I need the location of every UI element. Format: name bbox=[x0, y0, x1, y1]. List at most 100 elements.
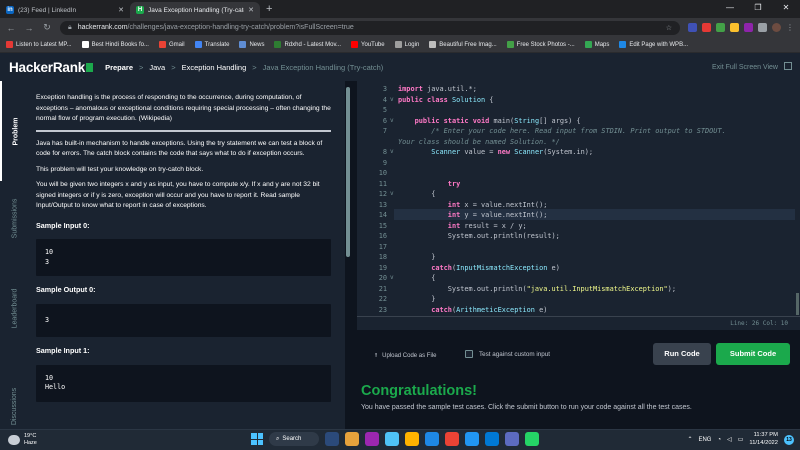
bookmark-icon bbox=[81, 41, 89, 48]
hackerrank-logo[interactable]: HackerRank bbox=[9, 60, 94, 75]
bookmark-item[interactable]: Free Stock Photos -... bbox=[506, 41, 575, 48]
code-text: try bbox=[447, 179, 461, 188]
bookmark-item[interactable]: Listen to Latest MP... bbox=[6, 41, 72, 48]
taskbar-apps: ⌕ Search bbox=[251, 432, 539, 446]
custom-input-toggle[interactable]: Test against custom input bbox=[465, 350, 550, 358]
bookmark-label: Login bbox=[404, 41, 420, 48]
extension-icon[interactable] bbox=[716, 23, 725, 32]
run-code-button[interactable]: Run Code bbox=[653, 343, 711, 365]
notification-badge[interactable]: 13 bbox=[784, 434, 794, 445]
maximize-button[interactable]: ❐ bbox=[744, 0, 772, 16]
extension-icon[interactable] bbox=[688, 23, 697, 32]
windows-start-icon[interactable] bbox=[251, 433, 263, 445]
vertical-tab-bar: Problem Submissions Leaderboard Discussi… bbox=[0, 81, 30, 429]
bookmark-item[interactable]: Beautiful Free Imag... bbox=[429, 41, 497, 48]
fold-chevron-icon[interactable]: v bbox=[390, 273, 394, 284]
reload-icon[interactable]: ↻ bbox=[42, 22, 52, 33]
bookmark-label: Edit Page with WPB... bbox=[629, 41, 689, 48]
taskbar-app-icon[interactable] bbox=[505, 432, 519, 446]
bookmark-label: YouTube bbox=[361, 41, 385, 48]
taskbar-app-icon[interactable] bbox=[465, 432, 479, 446]
language-indicator[interactable]: ENG bbox=[698, 437, 711, 443]
close-tab-icon[interactable]: ✕ bbox=[248, 6, 254, 14]
bookmark-item[interactable]: News bbox=[239, 41, 264, 48]
tab-submissions[interactable]: Submissions bbox=[0, 181, 30, 256]
taskbar-app-icon[interactable] bbox=[325, 432, 339, 446]
bookmark-icon bbox=[351, 41, 359, 48]
bookmark-item[interactable]: Maps bbox=[584, 41, 609, 48]
code-text: catch(InputMismatchException e) bbox=[431, 263, 560, 272]
fold-chevron-icon[interactable]: v bbox=[390, 147, 394, 158]
line-number: 5 bbox=[382, 106, 387, 114]
tab-discussions[interactable]: Discussions bbox=[0, 376, 30, 436]
extensions-row: ⋮ bbox=[688, 23, 794, 32]
linkedin-icon: in bbox=[6, 6, 14, 14]
bookmark-item[interactable]: Gmail bbox=[158, 41, 185, 48]
bookmark-icon bbox=[274, 41, 282, 48]
bookmark-item[interactable]: Rdxhd - Latest Mov... bbox=[274, 41, 341, 48]
editor-scrollbar[interactable] bbox=[795, 81, 800, 316]
scrollbar-thumb[interactable] bbox=[346, 87, 350, 257]
fold-chevron-icon[interactable]: v bbox=[390, 116, 394, 127]
back-icon[interactable]: ← bbox=[6, 23, 16, 33]
custom-input-checkbox[interactable] bbox=[465, 350, 473, 358]
bookmark-item[interactable]: Edit Page with WPB... bbox=[619, 41, 688, 48]
tab-leaderboard[interactable]: Leaderboard bbox=[0, 261, 30, 356]
scrollbar-thumb[interactable] bbox=[796, 293, 799, 315]
bookmark-item[interactable]: Best Hindi Books fo... bbox=[81, 41, 149, 48]
bookmark-item[interactable]: Login bbox=[394, 41, 420, 48]
fold-chevron-icon[interactable]: v bbox=[390, 95, 394, 106]
avatar[interactable] bbox=[772, 23, 781, 32]
taskbar-app-icon[interactable] bbox=[365, 432, 379, 446]
tab-hackerrank[interactable]: H Java Exception Handling (Try-catc ✕ bbox=[130, 2, 260, 18]
bookmark-item[interactable]: YouTube bbox=[351, 41, 385, 48]
close-window-button[interactable]: ✕ bbox=[772, 0, 800, 16]
taskbar-app-icon[interactable] bbox=[525, 432, 539, 446]
sample-line: 3 bbox=[45, 257, 50, 266]
bookmark-item[interactable]: Translate bbox=[194, 41, 229, 48]
close-tab-icon[interactable]: ✕ bbox=[118, 6, 124, 14]
clock[interactable]: 11:37 PM 11/14/2022 bbox=[749, 432, 778, 447]
battery-icon[interactable]: ▭ bbox=[738, 436, 744, 443]
line-number: 20 bbox=[378, 274, 387, 282]
submit-code-button[interactable]: Submit Code bbox=[716, 343, 790, 365]
taskbar-search[interactable]: ⌕ Search bbox=[269, 432, 319, 446]
new-tab-button[interactable]: + bbox=[260, 2, 278, 18]
taskbar-app-icon[interactable] bbox=[385, 432, 399, 446]
puzzle-icon[interactable] bbox=[758, 23, 767, 32]
extension-icon[interactable] bbox=[702, 23, 711, 32]
taskbar-app-icon[interactable] bbox=[445, 432, 459, 446]
tab-problem[interactable]: Problem bbox=[0, 81, 30, 181]
breadcrumb-exception-handling[interactable]: Exception Handling bbox=[182, 63, 247, 72]
taskbar-app-icon[interactable] bbox=[425, 432, 439, 446]
exit-fullscreen-link[interactable]: Exit Full Screen View bbox=[712, 64, 778, 71]
forward-icon[interactable]: → bbox=[24, 23, 34, 33]
code-text: public class Solution { bbox=[398, 95, 494, 104]
extension-icon[interactable] bbox=[730, 23, 739, 32]
wifi-icon[interactable]: ◔ bbox=[717, 437, 721, 443]
url-input[interactable]: 🔒︎ hackerrank.com/challenges/java-except… bbox=[60, 20, 680, 35]
problem-scrollbar[interactable] bbox=[345, 81, 351, 429]
bookmark-label: Gmail bbox=[168, 41, 185, 48]
taskbar-app-icon[interactable] bbox=[405, 432, 419, 446]
tab-linkedin[interactable]: in (23) Feed | LinkedIn ✕ bbox=[0, 2, 130, 18]
breadcrumb-prepare[interactable]: Prepare bbox=[105, 63, 133, 72]
taskbar-app-icon[interactable] bbox=[345, 432, 359, 446]
code-editor[interactable]: 3 import java.util.*; 4 v public class Solut… bbox=[357, 81, 800, 316]
minimize-button[interactable]: — bbox=[716, 0, 744, 16]
breadcrumb-current: Java Exception Handling (Try-catch) bbox=[262, 62, 384, 72]
breadcrumb-separator: > bbox=[252, 62, 257, 72]
bookmark-star-icon[interactable]: ☆ bbox=[666, 24, 672, 32]
extension-icon[interactable] bbox=[744, 23, 753, 32]
exit-fullscreen-icon[interactable] bbox=[784, 62, 792, 70]
chevron-up-icon[interactable]: ⌃ bbox=[687, 436, 692, 443]
breadcrumb-java[interactable]: Java bbox=[149, 63, 165, 72]
taskbar-app-icon[interactable] bbox=[485, 432, 499, 446]
upload-code-button[interactable]: ⭱ Upload Code as File bbox=[375, 351, 436, 361]
fold-chevron-icon[interactable]: v bbox=[390, 189, 394, 200]
menu-icon[interactable]: ⋮ bbox=[786, 23, 794, 32]
volume-icon[interactable]: ◁ bbox=[727, 436, 732, 443]
sample-line: 10 bbox=[45, 373, 54, 382]
weather-widget[interactable]: 19°C Haze bbox=[8, 433, 37, 447]
line-number: 10 bbox=[378, 169, 387, 177]
